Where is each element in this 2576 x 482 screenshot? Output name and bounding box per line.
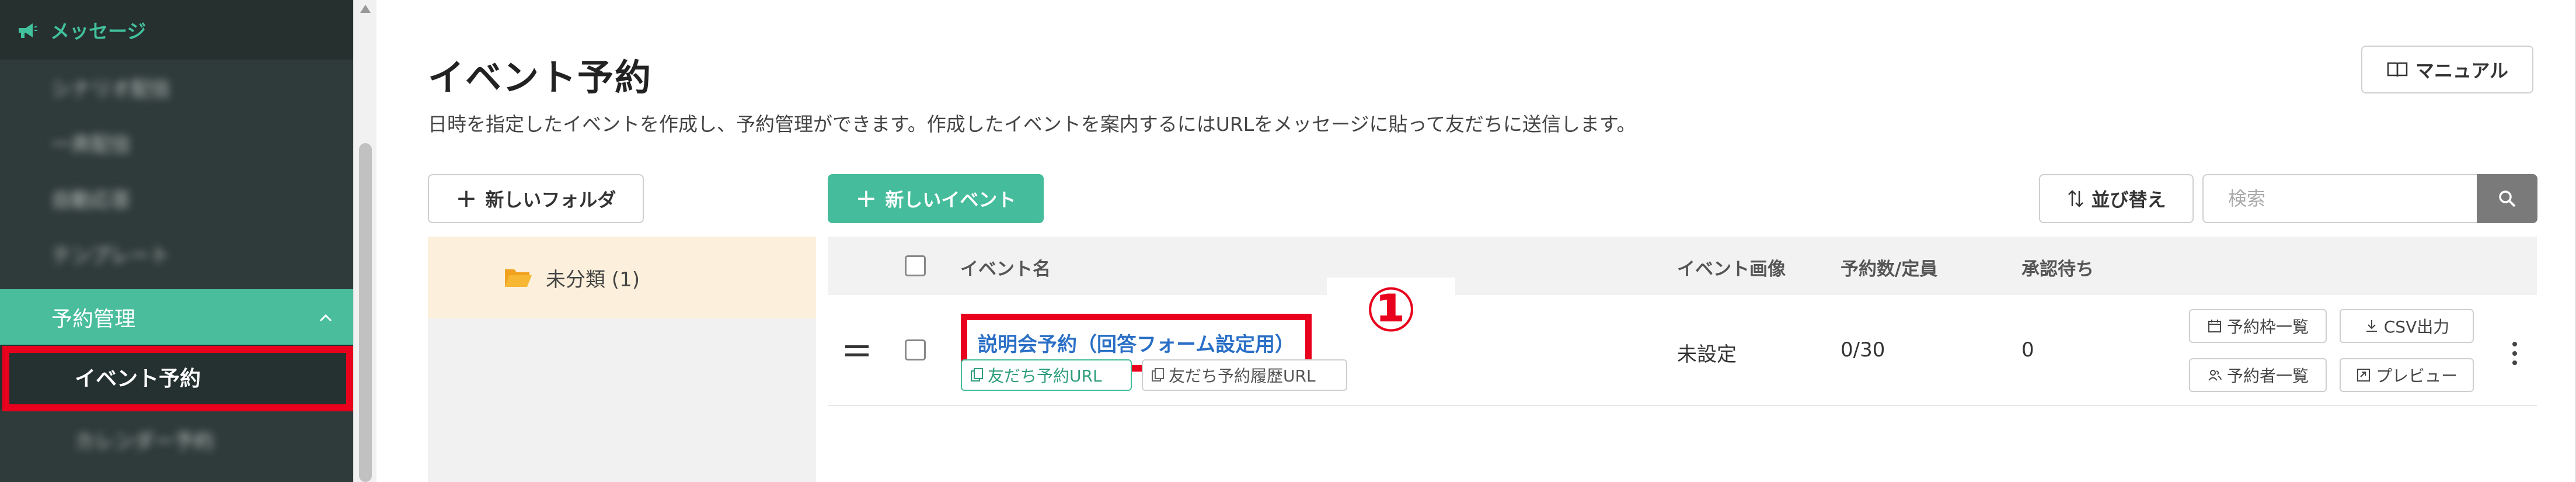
friend-history-url-button[interactable]: 友だち予約履歴URL: [1142, 359, 1347, 391]
chevron-up-icon: [317, 308, 334, 325]
sidebar-item-1[interactable]: シナリオ配信: [0, 60, 353, 115]
new-event-button[interactable]: + 新しいイベント: [828, 174, 1044, 223]
download-icon: [2366, 320, 2377, 332]
sidebar-section-reservation[interactable]: 予約管理: [0, 289, 353, 345]
sidebar-header-label: メッセージ: [50, 20, 147, 43]
copy-icon: [1152, 368, 1164, 382]
copy-icon: [971, 368, 983, 382]
reservation-count-value: 0/30: [1841, 338, 1885, 362]
header-pending: 承認待ち: [2021, 259, 2094, 280]
new-folder-label: 新しいフォルダ: [485, 189, 616, 211]
sidebar-item-3[interactable]: 自動応答: [0, 171, 353, 226]
header-event-image: イベント画像: [1677, 259, 1786, 280]
slot-list-button[interactable]: 予約枠一覧: [2189, 309, 2327, 343]
main-content: イベント予約 日時を指定したイベントを作成し、予約管理ができます。作成したイベン…: [377, 0, 2576, 482]
calendar-icon: [2208, 320, 2221, 332]
select-all-checkbox[interactable]: [905, 255, 926, 276]
megaphone-icon: [18, 21, 37, 39]
search-button[interactable]: [2477, 174, 2537, 223]
sort-label: 並び替え: [2091, 189, 2166, 211]
more-options-icon[interactable]: [2512, 342, 2518, 370]
page-title: イベント予約: [428, 56, 653, 99]
header-event-name: イベント名: [960, 259, 1051, 280]
header-reservation-count: 予約数/定員: [1841, 259, 1938, 280]
plus-icon: +: [455, 183, 477, 213]
manual-button[interactable]: マニュアル: [2361, 46, 2533, 93]
row-checkbox[interactable]: [905, 339, 926, 360]
sidebar-item-2[interactable]: 一斉配信: [0, 115, 353, 171]
preview-icon: [2357, 369, 2370, 382]
folder-panel: 未分類 (1): [428, 237, 816, 482]
table-header: イベント名 イベント画像 予約数/定員 承認待ち: [828, 237, 2537, 295]
sort-button[interactable]: 並び替え: [2039, 174, 2194, 223]
sidebar-section-label: 予約管理: [51, 307, 136, 331]
page-description: 日時を指定したイベントを作成し、予約管理ができます。作成したイベントを案内するに…: [428, 113, 1636, 136]
manual-label: マニュアル: [2415, 60, 2509, 82]
users-icon: [2208, 370, 2222, 381]
scroll-up-arrow-icon[interactable]: [360, 5, 371, 13]
sidebar-item-calendar[interactable]: カレンダー予約: [0, 412, 353, 467]
folder-label: 未分類 (1): [546, 268, 640, 292]
search-input[interactable]: [2202, 174, 2477, 223]
sidebar-item-4[interactable]: テンプレート: [0, 226, 353, 282]
event-image-value: 未設定: [1677, 343, 1737, 366]
highlight-box-sidebar: [2, 346, 353, 411]
sidebar-header-messages[interactable]: メッセージ: [0, 0, 353, 60]
csv-export-button[interactable]: CSV出力: [2340, 309, 2474, 343]
search-icon: [2499, 190, 2516, 207]
friend-reservation-url-button[interactable]: 友だち予約URL: [961, 359, 1132, 391]
drag-handle-icon[interactable]: [845, 345, 869, 362]
sidebar: メッセージ シナリオ配信 一斉配信 自動応答 テンプレート 予約管理 イベント予…: [0, 0, 353, 482]
preview-button[interactable]: プレビュー: [2340, 358, 2474, 392]
folder-item-uncategorized[interactable]: 未分類 (1): [428, 237, 816, 318]
book-icon: [2387, 62, 2408, 77]
annotation-marker: ①: [1327, 274, 1455, 345]
sort-icon: [2068, 190, 2084, 207]
plus-icon: +: [855, 183, 877, 213]
folder-open-icon: [505, 269, 532, 287]
table-row: 説明会予約（回答フォーム設定用） ① 友だち予約URL 友だち予約履歴URL 未…: [828, 274, 2537, 406]
reserver-list-button[interactable]: 予約者一覧: [2189, 358, 2327, 392]
sidebar-scrollbar[interactable]: [353, 0, 377, 482]
pending-value: 0: [2021, 338, 2034, 362]
new-folder-button[interactable]: + 新しいフォルダ: [428, 174, 644, 223]
scrollbar-thumb[interactable]: [359, 143, 372, 482]
new-event-label: 新しいイベント: [885, 189, 1016, 211]
